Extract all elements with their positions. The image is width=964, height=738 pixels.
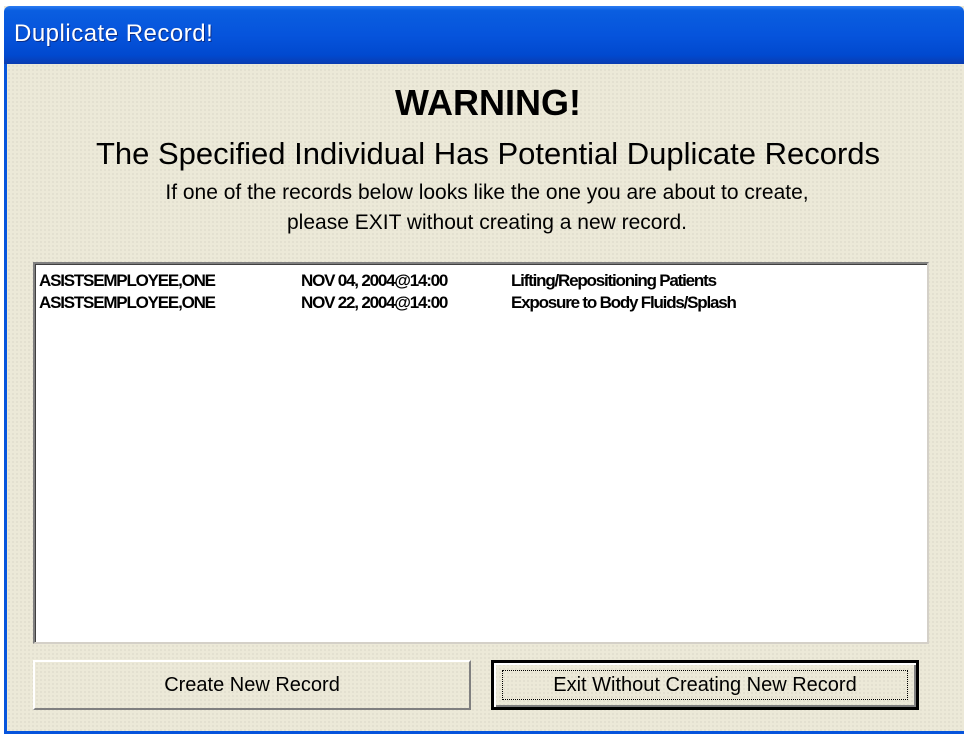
- window-title: Duplicate Record!: [14, 20, 214, 47]
- instruction-text: If one of the records below looks like t…: [47, 178, 927, 238]
- warning-heading: WARNING!: [395, 82, 581, 123]
- title-bar[interactable]: Duplicate Record!: [4, 6, 964, 64]
- record-description: Lifting/Repositioning Patients: [511, 271, 717, 290]
- record-date: NOV 22, 2004@14:00: [301, 293, 448, 312]
- instruction-line-2: please EXIT without creating a new recor…: [287, 211, 687, 234]
- warning-subtitle: The Specified Individual Has Potential D…: [95, 136, 881, 171]
- dialog-body: WARNING! The Specified Individual Has Po…: [4, 64, 964, 734]
- list-item[interactable]: ASISTSEMPLOYEE,ONE NOV 22, 2004@14:00 Ex…: [35, 292, 927, 314]
- exit-without-creating-button[interactable]: Exit Without Creating New Record: [491, 660, 919, 710]
- create-new-record-label: Create New Record: [164, 673, 340, 696]
- create-new-record-button[interactable]: Create New Record: [33, 660, 471, 710]
- duplicate-records-list[interactable]: ASISTSEMPLOYEE,ONE NOV 04, 2004@14:00 Li…: [33, 262, 929, 644]
- instruction-line-1: If one of the records below looks like t…: [165, 181, 809, 204]
- record-description: Exposure to Body Fluids/Splash: [511, 293, 737, 312]
- record-name: ASISTSEMPLOYEE,ONE: [39, 293, 216, 312]
- list-item[interactable]: ASISTSEMPLOYEE,ONE NOV 04, 2004@14:00 Li…: [35, 270, 927, 292]
- record-date: NOV 04, 2004@14:00: [301, 271, 448, 290]
- record-name: ASISTSEMPLOYEE,ONE: [39, 271, 216, 290]
- duplicate-record-dialog: Duplicate Record! WARNING! The Specified…: [4, 6, 964, 734]
- exit-without-creating-label: Exit Without Creating New Record: [553, 673, 857, 696]
